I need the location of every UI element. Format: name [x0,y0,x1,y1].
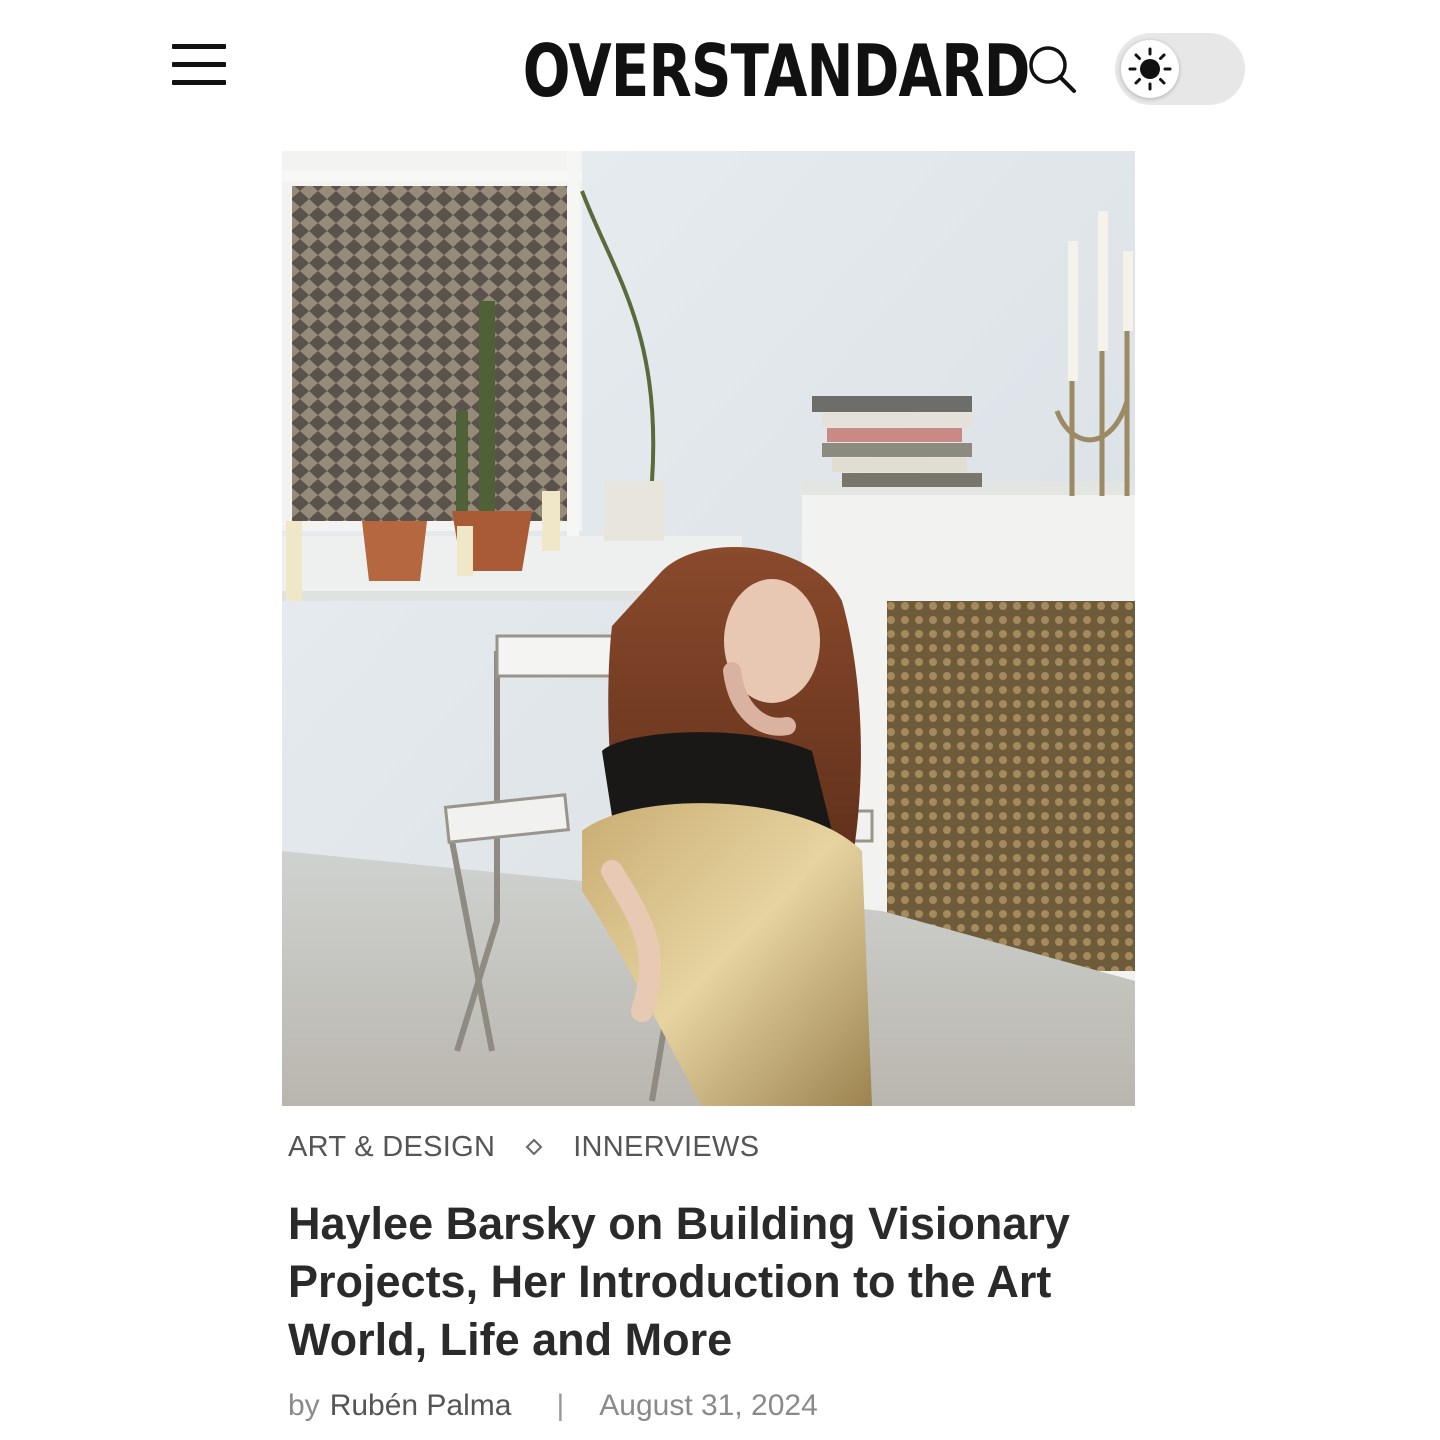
sun-icon [1121,40,1179,98]
article-categories: ART & DESIGN INNERVIEWS [288,1128,759,1166]
hamburger-menu-icon[interactable] [172,44,226,86]
category-link-innerviews[interactable]: INNERVIEWS [573,1131,759,1164]
site-logo[interactable]: OVERSTANDARD [523,26,1031,116]
byline-divider: | [556,1389,565,1422]
article-byline: by Rubén Palma | August 31, 2024 [288,1386,818,1426]
article-hero-photo[interactable] [282,151,1135,1106]
author-link[interactable]: Rubén Palma [330,1389,512,1423]
diamond-icon [525,1138,543,1156]
byline-by-label: by [288,1389,320,1422]
category-link-art-design[interactable]: ART & DESIGN [288,1131,495,1164]
theme-toggle[interactable] [1115,33,1245,105]
publish-date: August 31, 2024 [599,1389,818,1422]
search-icon[interactable] [1026,44,1078,94]
article-title[interactable]: Haylee Barsky on Building Visionary Proj… [288,1195,1128,1369]
